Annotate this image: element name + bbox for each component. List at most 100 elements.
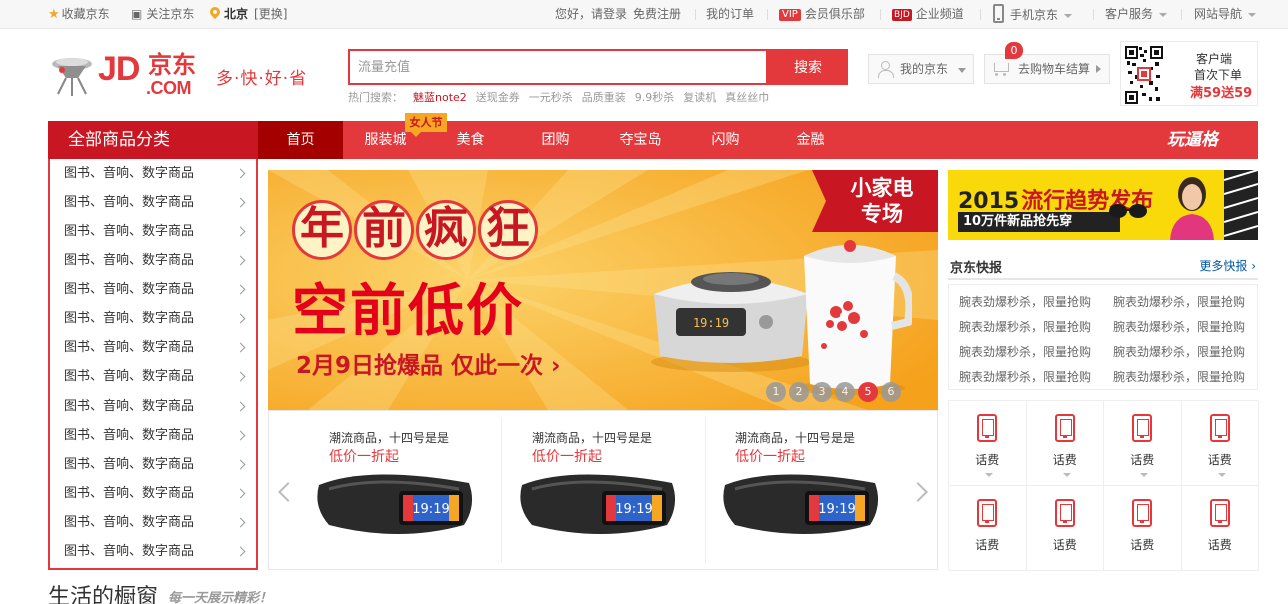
banner-dot[interactable]: 1 [766,382,786,402]
news-item[interactable]: 腕表劲爆秒杀，限量抢购 [1113,343,1245,360]
vip-club-link[interactable]: VIP 会员俱乐部 [779,0,865,28]
more-news-link[interactable]: 更多快报 › [1199,257,1256,274]
womens-day-tag: 女人节 [405,113,447,137]
search-button[interactable]: 搜索 [768,49,848,85]
chevron-right-icon: › [551,353,561,379]
product-card[interactable]: 潮流商品，十四号是是 低价一折起 19:19 [269,411,473,569]
mobile-phone-icon [1054,414,1075,442]
hot-search-link[interactable]: 9.9秒杀 [635,91,675,104]
nav-home[interactable]: 首页 [258,121,343,159]
divider [1093,9,1094,20]
news-item[interactable]: 腕表劲爆秒杀，限量抢购 [1113,293,1245,310]
category-item[interactable]: 图书、音响、数字商品 [50,392,256,421]
news-item[interactable]: 腕表劲爆秒杀，限量抢购 [1113,318,1245,335]
small-appliance-badge: 小家电 专场 [812,170,938,232]
smart-band-image: 19:19 [723,474,879,534]
category-item[interactable]: 图书、音响、数字商品 [50,333,256,362]
app-download-qr[interactable]: 客户端 首次下单 满59送59 [1120,41,1258,106]
trend-ad-banner[interactable]: 2015流行趋势发布 10万件新品抢先穿 [948,170,1258,240]
slogan: 多·快·好·省 [216,69,308,89]
mobile-jd-menu[interactable]: 手机京东 [993,0,1073,28]
carousel-next-icon[interactable] [908,482,928,502]
service-phone-recharge[interactable]: 话费 [1181,401,1259,486]
category-label: 图书、音响、数字商品 [64,311,195,327]
category-list: 图书、音响、数字商品 图书、音响、数字商品 图书、音响、数字商品 图书、音响、数字商品… [48,159,258,570]
banner-dot[interactable]: 6 [881,382,901,402]
soymilk-maker-image [795,240,912,395]
product-card[interactable]: 潮流商品，十四号是是 低价一折起 19:19 [472,411,676,569]
product-card[interactable]: 潮流商品，十四号是是 低价一折起 19:19 [675,411,879,569]
news-item[interactable]: 腕表劲爆秒杀，限量抢购 [959,293,1091,310]
all-categories-tab[interactable]: 全部商品分类 [48,121,258,159]
category-item[interactable]: 图书、音响、数字商品 [50,508,256,537]
chevron-down-icon [1140,473,1148,477]
category-item[interactable]: 图书、音响、数字商品 [50,421,256,450]
enterprise-link[interactable]: BJD 企业频道 [892,0,964,28]
category-label: 图书、音响、数字商品 [64,195,195,211]
jd-mascot-icon[interactable] [48,50,94,98]
news-item[interactable]: 腕表劲爆秒杀，限量抢购 [959,318,1091,335]
category-item[interactable]: 图书、音响、数字商品 [50,217,256,246]
service-phone-recharge[interactable]: 话费 [1026,401,1104,486]
phone-icon [993,4,1004,23]
nav-finance[interactable]: 金融 [768,121,853,159]
change-city-link[interactable]: [更换] [254,7,287,21]
search-input[interactable] [350,51,766,83]
banner-dot[interactable]: 4 [835,382,855,402]
banner-dot[interactable]: 5 [858,382,878,402]
news-list: 腕表劲爆秒杀，限量抢购 腕表劲爆秒杀，限量抢购 腕表劲爆秒杀，限量抢购 腕表劲爆… [948,284,1258,390]
my-jd-button[interactable]: 我的京东 [868,54,974,84]
hot-search-link[interactable]: 一元秒杀 [529,91,573,104]
news-item[interactable]: 腕表劲爆秒杀，限量抢购 [1113,368,1245,385]
hot-search-link[interactable]: 送现金券 [476,91,520,104]
service-phone-recharge[interactable]: 话费 [1026,486,1104,571]
login-link[interactable]: 您好，请登录 [555,0,627,28]
register-link[interactable]: 免费注册 [633,0,681,28]
banner-dot[interactable]: 2 [789,382,809,402]
service-phone-recharge[interactable]: 话费 [949,401,1027,486]
my-orders-link[interactable]: 我的订单 [706,0,754,28]
mobile-phone-icon [977,414,997,442]
search-box [348,49,768,85]
category-item[interactable]: 图书、音响、数字商品 [50,159,256,188]
category-item[interactable]: 图书、音响、数字商品 [50,275,256,304]
service-phone-recharge[interactable]: 话费 [1181,486,1259,571]
category-label: 图书、音响、数字商品 [64,340,195,356]
cart-icon [991,63,1009,76]
nav-fun-logo[interactable]: 玩逼格 [1167,121,1218,159]
hot-search-link[interactable]: 魅蓝note2 [413,91,467,104]
news-item[interactable]: 腕表劲爆秒杀，限量抢购 [959,343,1091,360]
follow-link[interactable]: ▣ 关注京东 [131,0,194,28]
banner-title: 空前低价 [292,279,524,344]
nav-treasure-island[interactable]: 夺宝岛 [598,121,683,159]
hero-banner[interactable]: 年前疯狂 空前低价 2月9日抢爆品 仅此一次 › 19:19 小家电 专场 12… [268,170,938,410]
service-phone-recharge[interactable]: 话费 [949,486,1027,571]
category-item[interactable]: 图书、音响、数字商品 [50,246,256,275]
cart-button[interactable]: 去购物车结算 [984,54,1110,84]
chevron-down-icon [1159,13,1168,17]
category-item[interactable]: 图书、音响、数字商品 [50,304,256,333]
category-item[interactable]: 图书、音响、数字商品 [50,537,256,566]
category-item[interactable]: 图书、音响、数字商品 [50,479,256,508]
customer-service-menu[interactable]: 客户服务 [1105,0,1168,28]
jd-logo[interactable]: JD 京东 .COM [98,52,196,97]
nav-flash-sale[interactable]: 闪购 [683,121,768,159]
banner-dot[interactable]: 3 [812,382,832,402]
chevron-right-icon [235,313,246,324]
model-image [1170,177,1214,240]
chevron-down-icon [985,473,993,477]
news-item[interactable]: 腕表劲爆秒杀，限量抢购 [959,368,1091,385]
location-selector[interactable]: 北京 [更换] [210,0,287,28]
hot-search-link[interactable]: 品质重装 [582,91,626,104]
star-icon: ★ [48,7,60,22]
category-item[interactable]: 图书、音响、数字商品 [50,362,256,391]
category-item[interactable]: 图书、音响、数字商品 [50,450,256,479]
service-phone-recharge[interactable]: 话费 [1104,401,1182,486]
nav-group-buy[interactable]: 团购 [513,121,598,159]
site-nav-menu[interactable]: 网站导航 [1194,0,1257,28]
hot-search-link[interactable]: 真丝丝巾 [725,91,769,104]
service-phone-recharge[interactable]: 话费 [1104,486,1182,571]
category-item[interactable]: 图书、音响、数字商品 [50,188,256,217]
favorite-link[interactable]: ★ 收藏京东 [48,0,110,28]
hot-search-link[interactable]: 复读机 [683,91,716,104]
